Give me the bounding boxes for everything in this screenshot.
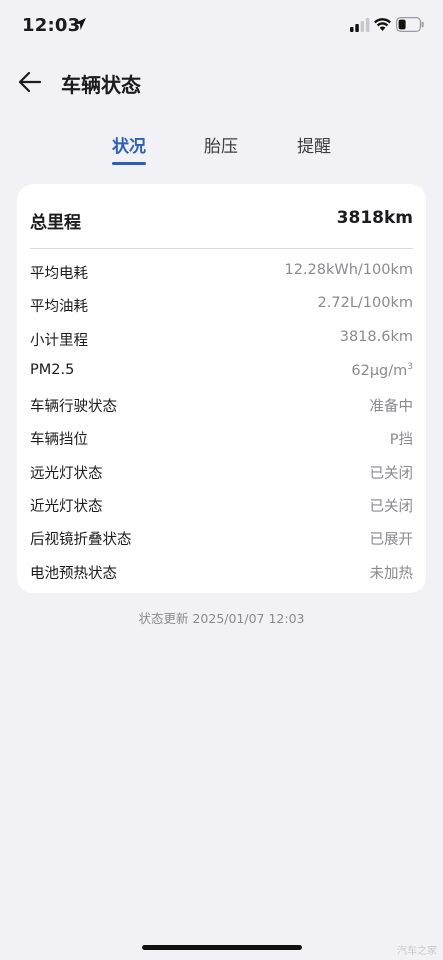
row-label: 车辆挡位 bbox=[30, 432, 88, 449]
row-label: 平均油耗 bbox=[30, 299, 88, 316]
row-label: 远光灯状态 bbox=[30, 465, 103, 482]
total-mileage-value: 3818km bbox=[336, 208, 413, 228]
nav-header: 车辆状态 bbox=[0, 60, 443, 104]
row-label: 电池预热状态 bbox=[30, 565, 117, 582]
pm25-unit-superscript: 3 bbox=[407, 361, 413, 372]
status-row-battery-preheat: 电池预热状态 未加热 bbox=[30, 556, 413, 589]
tab-active-indicator bbox=[112, 162, 146, 165]
watermark: 汽车之家 bbox=[397, 946, 437, 957]
divider bbox=[30, 248, 413, 249]
total-mileage-label: 总里程 bbox=[30, 213, 81, 233]
tab-condition[interactable]: 状况 bbox=[112, 132, 146, 157]
status-bar: 12:03 bbox=[0, 0, 443, 52]
home-indicator[interactable] bbox=[142, 945, 302, 950]
status-row-avg-power: 平均电耗 12.28kWh/100km bbox=[30, 256, 413, 289]
cellular-signal-icon bbox=[350, 18, 370, 32]
row-value: 已关闭 bbox=[369, 465, 414, 482]
total-mileage-row: 总里程 3818km bbox=[30, 208, 413, 233]
status-row-mirror-fold: 后视镜折叠状态 已展开 bbox=[30, 522, 413, 555]
status-row-avg-fuel: 平均油耗 2.72L/100km bbox=[30, 289, 413, 322]
status-row-driving-state: 车辆行驶状态 准备中 bbox=[30, 389, 413, 422]
page-title: 车辆状态 bbox=[61, 73, 141, 97]
status-row-low-beam: 近光灯状态 已关闭 bbox=[30, 489, 413, 522]
row-label: 车辆行驶状态 bbox=[30, 399, 117, 416]
row-value: 62μg/m3 bbox=[351, 362, 413, 379]
status-card: 总里程 3818km 平均电耗 12.28kWh/100km 平均油耗 2.72… bbox=[17, 184, 426, 593]
row-value: 3818.6km bbox=[339, 328, 413, 345]
status-row-trip-mileage: 小计里程 3818.6km bbox=[30, 323, 413, 356]
row-value: P挡 bbox=[389, 432, 413, 449]
row-label: 后视镜折叠状态 bbox=[30, 532, 132, 549]
row-value: 未加热 bbox=[369, 565, 414, 582]
row-value: 已关闭 bbox=[369, 499, 414, 516]
status-row-gear: 车辆挡位 P挡 bbox=[30, 422, 413, 455]
row-value: 2.72L/100km bbox=[317, 295, 413, 312]
row-value: 准备中 bbox=[369, 399, 414, 416]
row-label: 小计里程 bbox=[30, 332, 88, 349]
pm25-value: 62μg/m bbox=[351, 362, 408, 379]
row-label: 近光灯状态 bbox=[30, 499, 103, 516]
arrow-left-icon[interactable] bbox=[16, 68, 44, 96]
row-value: 12.28kWh/100km bbox=[284, 262, 413, 278]
status-list: 平均电耗 12.28kWh/100km 平均油耗 2.72L/100km 小计里… bbox=[30, 256, 413, 589]
tab-tire-pressure[interactable]: 胎压 bbox=[204, 132, 238, 157]
status-row-high-beam: 远光灯状态 已关闭 bbox=[30, 456, 413, 489]
status-update-time: 状态更新 2025/01/07 12:03 bbox=[138, 611, 305, 626]
location-arrow-icon bbox=[74, 18, 86, 30]
row-value: 已展开 bbox=[369, 532, 414, 549]
tab-bar: 状况 胎压 提醒 bbox=[0, 128, 443, 168]
vehicle-status-screen: 12:03 车辆状态 状况 胎压 提醒 总里程 3818km 平均电耗 12.2… bbox=[0, 0, 443, 960]
row-label: PM2.5 bbox=[30, 361, 75, 378]
status-row-pm25: PM2.5 62μg/m3 bbox=[30, 356, 413, 389]
battery-icon bbox=[396, 17, 424, 32]
tab-reminder[interactable]: 提醒 bbox=[297, 132, 331, 157]
wifi-icon bbox=[374, 18, 391, 31]
row-label: 平均电耗 bbox=[30, 266, 88, 282]
